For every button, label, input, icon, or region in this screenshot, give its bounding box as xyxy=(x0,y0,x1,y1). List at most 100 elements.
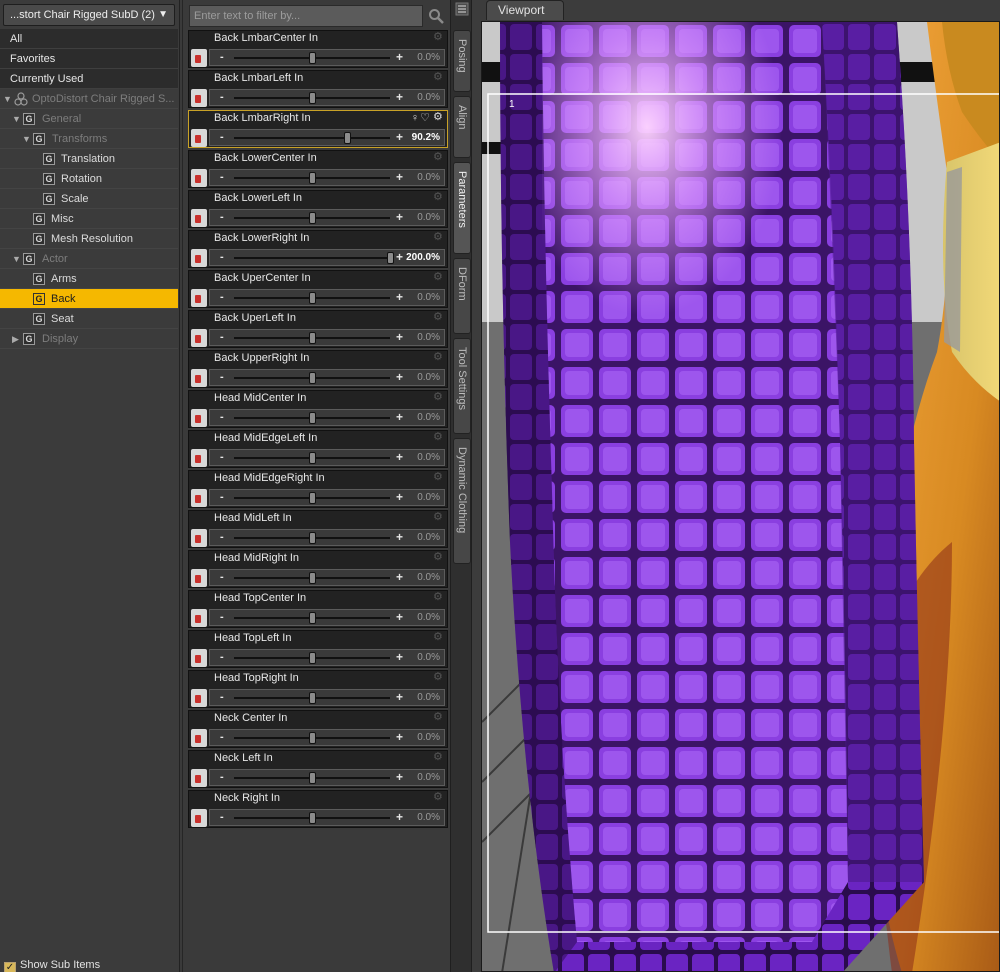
slider-track[interactable] xyxy=(234,412,390,424)
decrement-button[interactable]: - xyxy=(220,331,224,343)
parameter-row[interactable]: Back LowerCenter In ⚙ - +0.0% xyxy=(188,150,448,188)
slider-knob[interactable] xyxy=(309,572,316,584)
node-selector-dropdown[interactable]: ...stort Chair Rigged SubD (2) ▼ xyxy=(3,4,175,26)
tree-item-scale[interactable]: G Scale xyxy=(0,189,178,209)
slider-knob[interactable] xyxy=(309,172,316,184)
slider-knob[interactable] xyxy=(309,332,316,344)
parameter-slider[interactable]: - +0.0% xyxy=(209,729,445,746)
decrement-button[interactable]: - xyxy=(220,51,224,63)
gear-icon[interactable]: ⚙ xyxy=(433,512,444,523)
parameter-slider[interactable]: - +0.0% xyxy=(209,609,445,626)
increment-button[interactable]: + xyxy=(396,290,403,304)
slider-track[interactable] xyxy=(234,452,390,464)
parameter-row[interactable]: Neck Right In ⚙ - +0.0% xyxy=(188,790,448,828)
parameter-row[interactable]: Head TopCenter In ⚙ - +0.0% xyxy=(188,590,448,628)
viewport-canvas[interactable]: 1 xyxy=(481,21,1000,972)
tree-item-actor[interactable]: ▼ G Actor xyxy=(0,249,178,269)
parameter-value[interactable]: 200.0% xyxy=(406,252,440,263)
parameter-slider[interactable]: - +0.0% xyxy=(209,289,445,306)
tree-item-display[interactable]: ▶ G Display xyxy=(0,329,178,349)
parameter-value[interactable]: 0.0% xyxy=(417,292,440,303)
expand-arrow-icon[interactable]: ▼ xyxy=(3,89,12,109)
decrement-button[interactable]: - xyxy=(220,91,224,103)
parameter-value[interactable]: 0.0% xyxy=(417,612,440,623)
parameter-row[interactable]: Neck Center In ⚙ - +0.0% xyxy=(188,710,448,748)
parameter-row[interactable]: Back LmbarCenter In ⚙ - +0.0% xyxy=(188,30,448,68)
expand-arrow-icon[interactable]: ▼ xyxy=(12,109,21,129)
tab-parameters[interactable]: Parameters xyxy=(453,162,471,254)
tree-item-back[interactable]: G Back xyxy=(0,289,178,309)
gear-icon[interactable]: ⚙ xyxy=(433,312,444,323)
expand-arrow-icon[interactable]: ▶ xyxy=(12,329,19,349)
slider-knob[interactable] xyxy=(387,252,394,264)
tab-posing[interactable]: Posing xyxy=(453,30,471,92)
gear-icon[interactable]: ⚙ xyxy=(433,792,444,803)
parameter-value[interactable]: 0.0% xyxy=(417,572,440,583)
decrement-button[interactable]: - xyxy=(220,531,224,543)
slider-track[interactable] xyxy=(234,92,390,104)
gear-icon[interactable]: ⚙ xyxy=(433,72,444,83)
parameter-slider[interactable]: - +0.0% xyxy=(209,209,445,226)
tree-item-translation[interactable]: G Translation xyxy=(0,149,178,169)
decrement-button[interactable]: - xyxy=(220,651,224,663)
parameter-value[interactable]: 0.0% xyxy=(417,812,440,823)
parameter-row[interactable]: Back UpperRight In ⚙ - +0.0% xyxy=(188,350,448,388)
slider-knob[interactable] xyxy=(309,652,316,664)
parameter-slider[interactable]: - +0.0% xyxy=(209,89,445,106)
decrement-button[interactable]: - xyxy=(220,371,224,383)
increment-button[interactable]: + xyxy=(396,770,403,784)
tree-item-mesh-resolution[interactable]: G Mesh Resolution xyxy=(0,229,178,249)
increment-button[interactable]: + xyxy=(396,330,403,344)
slider-track[interactable] xyxy=(234,732,390,744)
parameter-slider[interactable]: - +0.0% xyxy=(209,329,445,346)
parameter-row[interactable]: Back UperCenter In ⚙ - +0.0% xyxy=(188,270,448,308)
tab-viewport[interactable]: Viewport xyxy=(486,0,564,20)
tree-item-general[interactable]: ▼ G General xyxy=(0,109,178,129)
parameter-value[interactable]: 90.2% xyxy=(412,132,440,143)
increment-button[interactable]: + xyxy=(396,570,403,584)
parameter-value[interactable]: 0.0% xyxy=(417,532,440,543)
decrement-button[interactable]: - xyxy=(220,171,224,183)
gear-icon[interactable]: ⚙ xyxy=(433,632,444,643)
slider-knob[interactable] xyxy=(309,412,316,424)
increment-button[interactable]: + xyxy=(396,370,403,384)
expand-arrow-icon[interactable]: ▼ xyxy=(12,249,21,269)
increment-button[interactable]: + xyxy=(396,490,403,504)
decrement-button[interactable]: - xyxy=(220,811,224,823)
parameter-slider[interactable]: - +0.0% xyxy=(209,769,445,786)
parameter-slider[interactable]: - +200.0% xyxy=(209,249,445,266)
increment-button[interactable]: + xyxy=(396,810,403,824)
slider-knob[interactable] xyxy=(344,132,352,144)
scene-render[interactable] xyxy=(482,22,1000,972)
parameter-slider[interactable]: - +0.0% xyxy=(209,649,445,666)
parameter-row[interactable]: Back UperLeft In ⚙ - +0.0% xyxy=(188,310,448,348)
search-icon[interactable] xyxy=(428,8,444,24)
parameter-row[interactable]: Head MidLeft In ⚙ - +0.0% xyxy=(188,510,448,548)
slider-knob[interactable] xyxy=(309,92,316,104)
slider-track[interactable] xyxy=(234,772,390,784)
parameter-value[interactable]: 0.0% xyxy=(417,492,440,503)
parameter-slider[interactable]: - +0.0% xyxy=(209,449,445,466)
decrement-button[interactable]: - xyxy=(220,211,224,223)
increment-button[interactable]: + xyxy=(396,170,403,184)
slider-track[interactable] xyxy=(234,652,390,664)
increment-button[interactable]: + xyxy=(396,50,403,64)
slider-track[interactable] xyxy=(234,332,390,344)
parameter-value[interactable]: 0.0% xyxy=(417,212,440,223)
tab-align[interactable]: Align xyxy=(453,96,471,158)
parameter-value[interactable]: 0.0% xyxy=(417,52,440,63)
slider-knob[interactable] xyxy=(309,452,316,464)
parameter-value[interactable]: 0.0% xyxy=(417,692,440,703)
gear-icon[interactable]: ⚙ xyxy=(433,272,444,283)
gear-icon[interactable]: ⚙ xyxy=(433,152,444,163)
slider-knob[interactable] xyxy=(309,532,316,544)
gear-icon[interactable]: ⚙ xyxy=(433,752,444,763)
gear-icon[interactable]: ⚙ xyxy=(433,432,444,443)
parameter-value[interactable]: 0.0% xyxy=(417,92,440,103)
parameter-value[interactable]: 0.0% xyxy=(417,452,440,463)
group-all[interactable]: All xyxy=(0,29,178,49)
decrement-button[interactable]: - xyxy=(220,411,224,423)
filter-input[interactable]: Enter text to filter by... xyxy=(189,5,423,27)
gear-icon[interactable]: ⚙ xyxy=(433,32,444,43)
parameter-value[interactable]: 0.0% xyxy=(417,332,440,343)
